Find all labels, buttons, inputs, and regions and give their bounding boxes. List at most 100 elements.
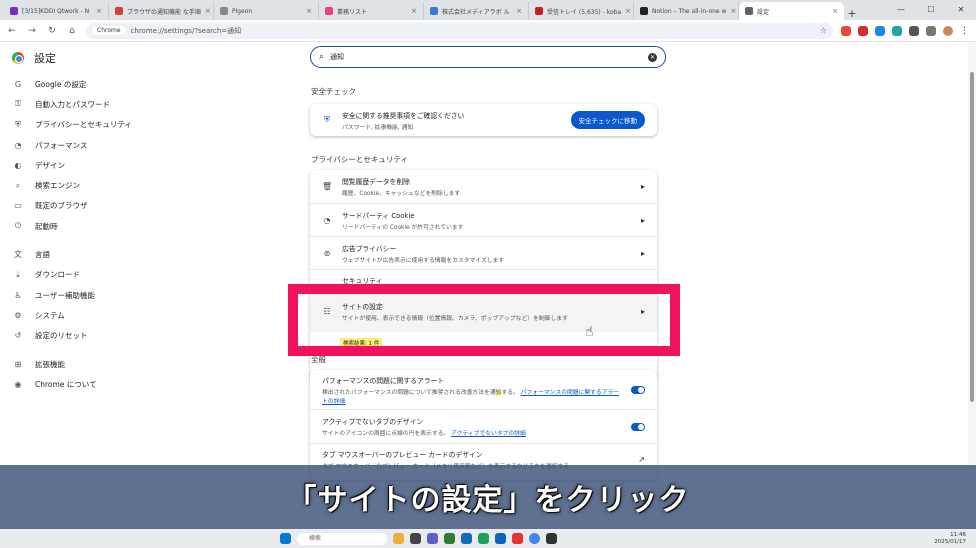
sidebar-item[interactable]: ◉ Chrome について: [0, 374, 210, 394]
start-icon[interactable]: [280, 533, 291, 544]
nav-separator: [0, 236, 210, 244]
settings-header: 設定: [0, 42, 210, 74]
new-tab-button[interactable]: +: [844, 7, 860, 20]
sidebar-item-icon: ↺: [14, 331, 22, 341]
sidebar-item-icon: ▭: [14, 201, 22, 211]
sidebar-item-label: 自動入力とパスワード: [35, 99, 110, 109]
tab[interactable]: 受信トレイ (5,635) - koba ×: [529, 2, 634, 20]
page-scrollbar[interactable]: [968, 42, 976, 465]
chrome-taskbar-icon[interactable]: [529, 533, 540, 544]
maximize-button[interactable]: ☐: [916, 0, 946, 20]
sidebar-item[interactable]: 文 言語: [0, 244, 210, 264]
tab-close-icon[interactable]: ×: [730, 7, 736, 15]
sidebar-item[interactable]: ⚿ 自動入力とパスワード: [0, 94, 210, 114]
performance-alert-row: パフォーマンスの問題に関するアラート 検出されたパフォーマンスの問題について推奨…: [310, 370, 657, 410]
sidebar-item-icon: G: [14, 79, 22, 89]
avatar[interactable]: [943, 25, 953, 36]
back-arrow-icon[interactable]: ←: [6, 26, 18, 36]
menu-icon[interactable]: ⋮: [960, 26, 970, 36]
tab-label: [3/15]KDDI Qtwork - N: [22, 7, 90, 15]
tab-favicon-icon: [10, 7, 18, 15]
app-icon[interactable]: [478, 533, 489, 544]
sidebar-item[interactable]: G Google の設定: [0, 74, 210, 94]
clear-search-icon[interactable]: ✕: [648, 52, 657, 62]
sidebar-item-icon: ⚿: [14, 99, 22, 109]
inactive-tab-row: アクティブでないタブのデザイン サイトのアイコンの周囲に点線の円を表示する。 ア…: [310, 410, 657, 444]
extension-icon[interactable]: [858, 25, 868, 36]
reload-icon[interactable]: ↻: [46, 26, 58, 36]
sidebar-item-label: ダウンロード: [35, 270, 80, 280]
app-icon[interactable]: [512, 533, 523, 544]
extension-icon[interactable]: [892, 25, 902, 36]
sidebar-item[interactable]: ◔ パフォーマンス: [0, 135, 210, 155]
sidebar-item[interactable]: ⏻ 起動時: [0, 216, 210, 236]
puzzle-icon[interactable]: [909, 25, 919, 36]
sidebar-item[interactable]: ⛨ プライバシーとセキュリティ: [0, 115, 210, 135]
tab-close-icon[interactable]: ×: [625, 7, 631, 15]
safety-check-button[interactable]: 安全チェックに移動: [570, 111, 645, 129]
tab-favicon-icon: [115, 7, 123, 15]
chevron-right-icon: ▸: [640, 215, 645, 225]
clock[interactable]: 11:46 2025/01/17: [934, 532, 966, 546]
sidebar-item[interactable]: ↺ 設定のリセット: [0, 326, 210, 346]
sidebar-item[interactable]: ⌕ 検索エンジン: [0, 175, 210, 195]
tab[interactable]: Notion – The all-in-one w ×: [634, 2, 739, 20]
tab[interactable]: ブラウザの通知機能 な手順 ×: [109, 2, 214, 20]
tab-close-icon[interactable]: ×: [205, 7, 211, 15]
sidebar-item-label: 拡張機能: [35, 359, 65, 369]
app-icon[interactable]: [410, 533, 421, 544]
download-icon[interactable]: [926, 25, 936, 36]
performance-alert-toggle[interactable]: [631, 385, 645, 394]
row-title: 閲覧履歴データを削除: [342, 178, 410, 186]
home-icon[interactable]: ⌂: [66, 26, 78, 36]
app-icon[interactable]: [393, 533, 404, 544]
row-subtitle-text: する。: [501, 389, 519, 396]
learn-more-link[interactable]: アクティブでないタブの詳細: [451, 431, 526, 437]
close-window-button[interactable]: ✕: [946, 0, 976, 20]
tab-close-icon[interactable]: ×: [832, 7, 838, 15]
clear-browsing-data-row[interactable]: 🗑 閲覧履歴データを削除 履歴、Cookie、キャッシュなどを削除します ▸: [310, 170, 657, 204]
scrollbar-thumb[interactable]: [970, 72, 974, 402]
tab-label: Pigeon: [232, 7, 253, 15]
windows-taskbar: 検索 11:46 2025/01/17: [0, 529, 976, 548]
privacy-heading: プライバシーとセキュリティ: [311, 155, 408, 164]
sidebar-item[interactable]: ▭ 既定のブラウザ: [0, 196, 210, 216]
tab[interactable]: 株式会社メディアラボ ル ×: [424, 2, 529, 20]
sidebar-item-label: システム: [35, 310, 65, 320]
inactive-tab-toggle[interactable]: [631, 422, 645, 431]
tab[interactable]: 業務リスト ×: [319, 2, 424, 20]
extension-icon[interactable]: [875, 25, 885, 36]
taskbar-search[interactable]: 検索: [297, 532, 387, 545]
tab[interactable]: 設定 ×: [739, 2, 844, 20]
sidebar-item[interactable]: ◐ デザイン: [0, 155, 210, 175]
sidebar-item-icon: ♿: [14, 290, 22, 300]
sidebar-item[interactable]: ⤓ ダウンロード: [0, 265, 210, 285]
tab-close-icon[interactable]: ×: [306, 7, 312, 15]
bookmark-star-icon[interactable]: ☆: [820, 26, 827, 35]
app-icon[interactable]: [444, 533, 455, 544]
row-title: 広告プライバシー: [342, 244, 397, 253]
extension-icon[interactable]: [841, 25, 851, 36]
tab-close-icon[interactable]: ×: [411, 7, 417, 15]
app-icon[interactable]: [495, 533, 506, 544]
tab[interactable]: [3/15]KDDI Qtwork - N ×: [4, 2, 109, 20]
trash-icon: 🗑: [322, 182, 333, 191]
ad-privacy-row[interactable]: ⊚ 広告プライバシー ウェブサイトが広告表示に使用する情報をカスタマイズします …: [310, 237, 657, 270]
sidebar-item[interactable]: ♿ ユーザー補助機能: [0, 285, 210, 305]
app-icon[interactable]: [427, 533, 438, 544]
forward-arrow-icon[interactable]: →: [26, 26, 38, 36]
address-bar[interactable]: Chrome chrome://settings/?search=通知 ☆: [86, 22, 833, 39]
minimize-button[interactable]: —: [886, 0, 916, 20]
third-party-cookies-row[interactable]: ◔ サードパーティ Cookie リードパーティの Cookie が許可されてい…: [310, 204, 657, 237]
mouse-cursor-icon: ☝: [585, 324, 594, 340]
sidebar-item[interactable]: ⊞ 拡張機能: [0, 354, 210, 374]
row-subtitle: 検出されたパフォーマンスの問題について推奨される改善方法を通知する。 パフォーマ…: [322, 387, 621, 405]
app-icon[interactable]: [546, 533, 557, 544]
sidebar-item-label: 既定のブラウザ: [35, 201, 88, 211]
app-icon[interactable]: [461, 533, 472, 544]
tab[interactable]: Pigeon ×: [214, 2, 319, 20]
search-settings-input[interactable]: ⌕ 通知 ✕: [310, 46, 666, 68]
tab-close-icon[interactable]: ×: [516, 7, 522, 15]
sidebar-item[interactable]: ⚙ システム: [0, 305, 210, 325]
tab-close-icon[interactable]: ×: [96, 7, 102, 15]
